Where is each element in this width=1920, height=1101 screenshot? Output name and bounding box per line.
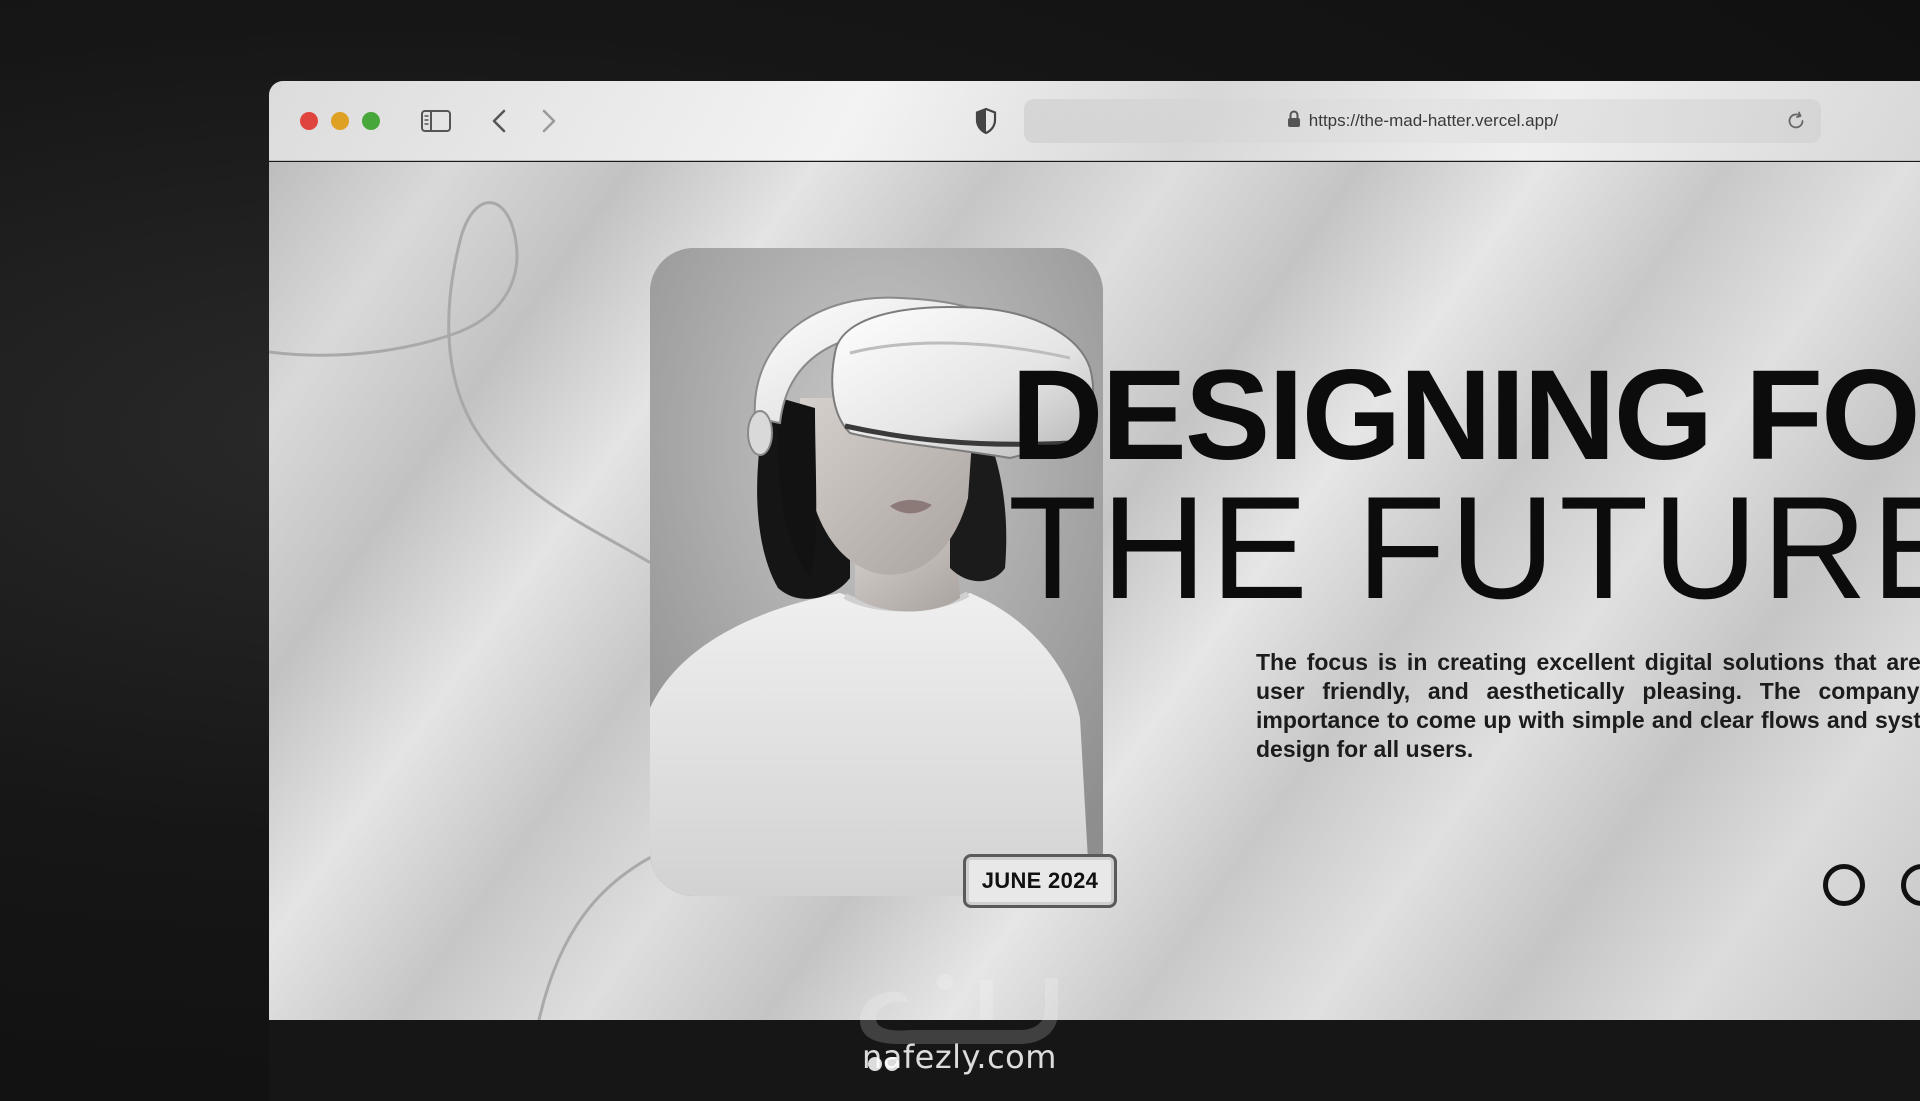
minimize-window-button[interactable] [331, 112, 349, 130]
reload-icon[interactable] [1785, 110, 1807, 132]
date-badge-label: JUNE 2024 [981, 868, 1099, 893]
carousel-dot[interactable] [1901, 864, 1920, 906]
browser-window: https://the-mad-hatter.vercel.app/ JUNE … [269, 81, 1920, 1101]
address-bar[interactable]: https://the-mad-hatter.vercel.app/ [1024, 99, 1821, 143]
lock-icon [1287, 109, 1301, 133]
headline-line-2: THE FUTURE [1008, 466, 1920, 629]
chevron-left-icon[interactable] [486, 105, 512, 137]
date-badge: JUNE 2024 [963, 854, 1117, 908]
shield-icon[interactable] [972, 105, 1000, 137]
sidebar-toggle-icon[interactable] [419, 105, 453, 137]
url-text: https://the-mad-hatter.vercel.app/ [1308, 111, 1559, 130]
web-page: JUNE 2024 DESIGNING FOR THE FUTURE The f… [269, 162, 1920, 1020]
close-window-button[interactable] [300, 112, 318, 130]
browser-toolbar: https://the-mad-hatter.vercel.app/ [269, 81, 1920, 161]
page-bottom-bar [269, 1020, 1920, 1101]
maximize-window-button[interactable] [362, 112, 380, 130]
chevron-right-icon[interactable] [536, 105, 562, 137]
hero-description: The focus is in creating excellent digit… [1256, 649, 1920, 762]
watermark-text: nafezly.com [862, 1038, 1057, 1076]
carousel-dot[interactable] [1823, 864, 1865, 906]
